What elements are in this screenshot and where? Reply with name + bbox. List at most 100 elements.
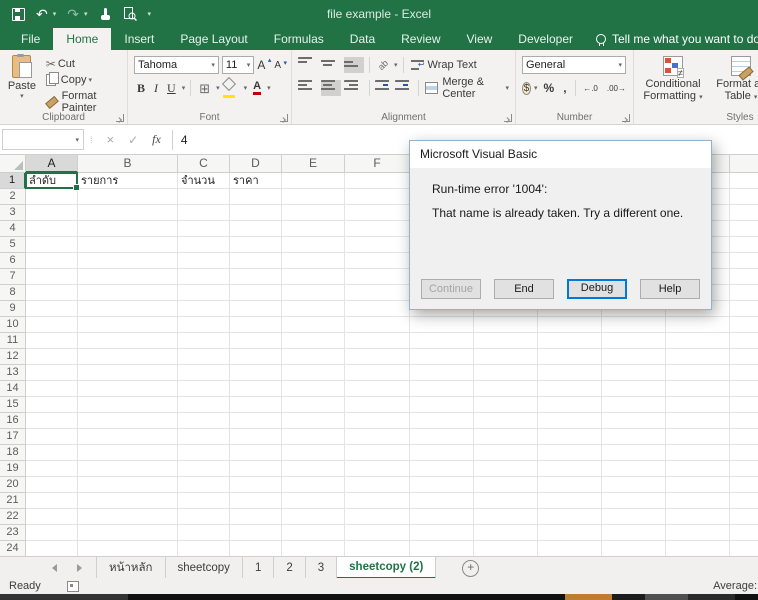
cell-B2[interactable] <box>78 189 178 205</box>
cell-H14[interactable] <box>474 381 538 397</box>
cell-B5[interactable] <box>78 237 178 253</box>
cell-B15[interactable] <box>78 397 178 413</box>
row-header-10[interactable]: 10 <box>0 317 26 333</box>
cell-C23[interactable] <box>178 525 230 541</box>
conditional-formatting-button[interactable]: Conditional Formatting ▾ <box>640 56 706 109</box>
cell-E3[interactable] <box>282 205 345 221</box>
cell-I23[interactable] <box>538 525 602 541</box>
cell-A13[interactable] <box>26 365 78 381</box>
increase-decimal-button[interactable]: ←.0 <box>580 81 601 96</box>
column-header-A[interactable]: A <box>26 155 78 173</box>
cell-J11[interactable] <box>602 333 666 349</box>
insert-function-icon[interactable]: fx <box>152 132 161 147</box>
cell-A23[interactable] <box>26 525 78 541</box>
column-header-D[interactable]: D <box>230 155 282 173</box>
cell-C15[interactable] <box>178 397 230 413</box>
cell-A15[interactable] <box>26 397 78 413</box>
cell-B7[interactable] <box>78 269 178 285</box>
cell-E2[interactable] <box>282 189 345 205</box>
cell-B10[interactable] <box>78 317 178 333</box>
row-header-22[interactable]: 22 <box>0 509 26 525</box>
cell-B22[interactable] <box>78 509 178 525</box>
cell-F1[interactable] <box>345 173 410 189</box>
cell-F19[interactable] <box>345 461 410 477</box>
dialog-button-debug[interactable]: Debug <box>567 279 627 299</box>
row-header-16[interactable]: 16 <box>0 413 26 429</box>
column-header-L[interactable]: L <box>730 155 758 173</box>
cell-E6[interactable] <box>282 253 345 269</box>
cell-C12[interactable] <box>178 349 230 365</box>
cell-G21[interactable] <box>410 493 474 509</box>
cell-H20[interactable] <box>474 477 538 493</box>
cell-J23[interactable] <box>602 525 666 541</box>
cell-L5[interactable] <box>730 237 758 253</box>
cell-G12[interactable] <box>410 349 474 365</box>
cell-K10[interactable] <box>666 317 730 333</box>
cell-A9[interactable] <box>26 301 78 317</box>
cell-I20[interactable] <box>538 477 602 493</box>
row-header-11[interactable]: 11 <box>0 333 26 349</box>
cell-J16[interactable] <box>602 413 666 429</box>
cell-J19[interactable] <box>602 461 666 477</box>
cell-F3[interactable] <box>345 205 410 221</box>
cell-K18[interactable] <box>666 445 730 461</box>
align-right-button[interactable] <box>344 80 364 96</box>
cell-F18[interactable] <box>345 445 410 461</box>
cell-L16[interactable] <box>730 413 758 429</box>
touch-mode-icon[interactable] <box>99 7 112 21</box>
align-left-button[interactable] <box>298 80 318 96</box>
cell-G20[interactable] <box>410 477 474 493</box>
cell-F6[interactable] <box>345 253 410 269</box>
column-header-C[interactable]: C <box>178 155 230 173</box>
cell-B8[interactable] <box>78 285 178 301</box>
underline-button[interactable]: U <box>164 78 179 99</box>
cell-D7[interactable] <box>230 269 282 285</box>
sheet-nav-left-icon[interactable] <box>52 564 57 572</box>
cell-I11[interactable] <box>538 333 602 349</box>
cell-D19[interactable] <box>230 461 282 477</box>
enter-icon[interactable]: ✓ <box>128 133 138 147</box>
sheet-tab-2[interactable]: 2 <box>274 557 305 579</box>
cell-B1[interactable]: รายการ <box>78 173 178 189</box>
cell-J12[interactable] <box>602 349 666 365</box>
cancel-icon[interactable]: × <box>107 132 115 147</box>
cell-E8[interactable] <box>282 285 345 301</box>
accounting-caret-icon[interactable]: ▾ <box>534 84 538 92</box>
row-header-12[interactable]: 12 <box>0 349 26 365</box>
cell-K12[interactable] <box>666 349 730 365</box>
cell-K20[interactable] <box>666 477 730 493</box>
cell-L22[interactable] <box>730 509 758 525</box>
cell-A24[interactable] <box>26 541 78 556</box>
row-header-3[interactable]: 3 <box>0 205 26 221</box>
row-header-20[interactable]: 20 <box>0 477 26 493</box>
cell-F14[interactable] <box>345 381 410 397</box>
cell-L7[interactable] <box>730 269 758 285</box>
cell-L9[interactable] <box>730 301 758 317</box>
cell-G19[interactable] <box>410 461 474 477</box>
cell-C11[interactable] <box>178 333 230 349</box>
cell-A5[interactable] <box>26 237 78 253</box>
cell-B18[interactable] <box>78 445 178 461</box>
paste-button[interactable]: Paste ▾ <box>6 55 38 115</box>
cell-C21[interactable] <box>178 493 230 509</box>
macro-record-icon[interactable] <box>67 581 79 592</box>
align-middle-button[interactable] <box>321 57 341 73</box>
cell-B3[interactable] <box>78 205 178 221</box>
cell-A3[interactable] <box>26 205 78 221</box>
cell-E20[interactable] <box>282 477 345 493</box>
cell-A21[interactable] <box>26 493 78 509</box>
cell-L18[interactable] <box>730 445 758 461</box>
cell-I19[interactable] <box>538 461 602 477</box>
cell-H10[interactable] <box>474 317 538 333</box>
cell-J20[interactable] <box>602 477 666 493</box>
cell-L14[interactable] <box>730 381 758 397</box>
cell-G11[interactable] <box>410 333 474 349</box>
cell-C20[interactable] <box>178 477 230 493</box>
align-center-button[interactable] <box>321 80 341 96</box>
cell-G17[interactable] <box>410 429 474 445</box>
cell-J14[interactable] <box>602 381 666 397</box>
cell-I15[interactable] <box>538 397 602 413</box>
align-top-button[interactable] <box>298 57 318 73</box>
cell-F9[interactable] <box>345 301 410 317</box>
tab-developer[interactable]: Developer <box>505 28 586 50</box>
